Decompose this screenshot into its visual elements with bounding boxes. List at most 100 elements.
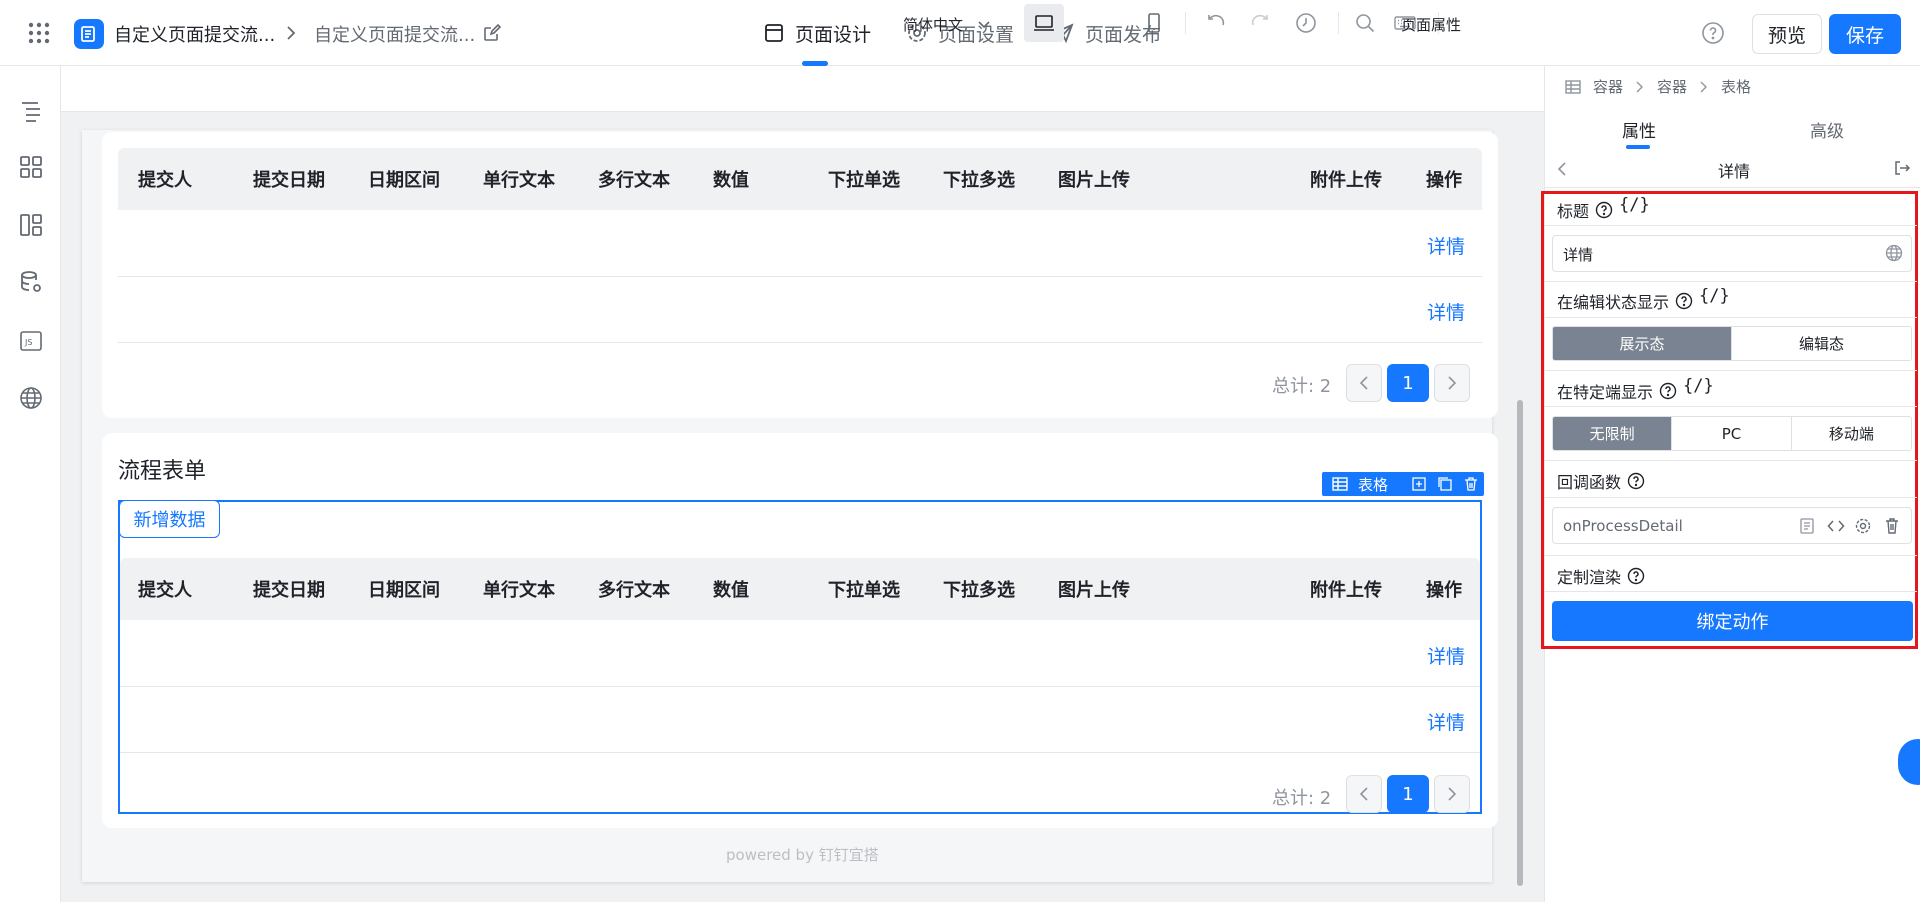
help-icon[interactable] (1627, 472, 1645, 490)
prop-divider (1545, 317, 1917, 318)
terminal-prop-text: 在特定端显示 (1557, 383, 1654, 402)
page-number-button[interactable]: 1 (1387, 775, 1429, 813)
save-button[interactable]: 保存 (1829, 14, 1901, 54)
expression-toggle[interactable]: {/} (1699, 286, 1730, 306)
js-code-icon[interactable]: JS (18, 328, 44, 354)
column-header: 数值 (713, 580, 749, 601)
gear-icon[interactable] (1854, 517, 1872, 535)
add-data-button[interactable]: 新增数据 (119, 500, 220, 538)
page-properties-link[interactable]: 页面属性 (1401, 14, 1461, 35)
copy-icon[interactable] (1437, 476, 1453, 492)
column-header: 操作 (1426, 170, 1462, 191)
desktop-view-icon[interactable] (1032, 11, 1056, 35)
column-header: 附件上传 (1310, 170, 1382, 191)
undo-icon[interactable] (1205, 11, 1229, 35)
breadcrumb-item[interactable]: 容器 (1657, 76, 1687, 97)
segment-no-limit[interactable]: 无限制 (1553, 417, 1673, 450)
chevron-left-icon (1359, 787, 1368, 801)
delete-icon[interactable] (1463, 476, 1479, 492)
outline-tree-icon[interactable] (18, 98, 44, 124)
tab-page-design[interactable]: 页面设计 (763, 17, 871, 49)
custom-render-prop-label: 定制渲染 (1557, 564, 1645, 588)
back-icon[interactable] (1557, 161, 1567, 177)
language-select-value: 简体中文 (903, 16, 964, 34)
callback-input-value: onProcessDetail (1563, 517, 1683, 535)
prev-page-button[interactable] (1346, 364, 1382, 402)
column-header: 单行文本 (483, 580, 555, 601)
next-page-button[interactable] (1434, 364, 1470, 402)
code-icon[interactable] (1827, 517, 1845, 535)
help-icon[interactable] (1659, 382, 1677, 400)
app-logo-icon[interactable] (74, 19, 104, 49)
title-input[interactable]: 详情 (1552, 235, 1912, 272)
prop-divider (1545, 281, 1917, 282)
row-detail-link[interactable]: 详情 (1427, 298, 1465, 325)
row-detail-link[interactable]: 详情 (1427, 642, 1465, 669)
prop-divider (1545, 591, 1917, 592)
prev-page-button[interactable] (1346, 775, 1382, 813)
row-divider (118, 342, 1482, 343)
callback-prop-text: 回调函数 (1557, 473, 1622, 492)
breadcrumb-item[interactable]: 表格 (1721, 76, 1751, 97)
column-header: 单行文本 (483, 170, 555, 191)
layout-template-icon[interactable] (18, 212, 44, 238)
title-prop-text: 标题 (1557, 202, 1590, 221)
document-icon[interactable] (1798, 517, 1816, 535)
exit-panel-icon[interactable] (1893, 159, 1911, 177)
data-source-icon[interactable] (18, 269, 44, 295)
chevron-down-icon (978, 20, 990, 28)
chevron-right-icon (1448, 787, 1457, 801)
mobile-view-icon[interactable] (1142, 11, 1166, 35)
row-detail-link[interactable]: 详情 (1427, 708, 1465, 735)
column-header: 下拉多选 (943, 580, 1015, 601)
pagination-total: 总计: 2 (1272, 376, 1332, 397)
globe-icon[interactable] (1885, 244, 1903, 262)
row-divider (120, 686, 1480, 687)
chevron-right-icon (1636, 81, 1644, 92)
segment-view-state[interactable]: 展示态 (1553, 327, 1732, 360)
component-breadcrumb: 容器 容器 表格 (1565, 76, 1751, 97)
components-grid-icon[interactable] (18, 154, 44, 180)
tab-advanced[interactable]: 高级 (1810, 117, 1844, 142)
add-sibling-icon[interactable] (1411, 476, 1427, 492)
column-header: 图片上传 (1058, 580, 1130, 601)
canvas-toolbar (61, 66, 1544, 112)
expression-toggle[interactable]: {/} (1619, 195, 1650, 215)
breadcrumb-app[interactable]: 自定义页面提交流... (114, 21, 275, 47)
segment-edit-state[interactable]: 编辑态 (1732, 327, 1911, 360)
row-divider (118, 276, 1482, 277)
component-tag[interactable]: 表格 (1322, 472, 1418, 496)
segment-pc[interactable]: PC (1672, 417, 1792, 450)
preview-button[interactable]: 预览 (1752, 14, 1822, 54)
history-clock-icon[interactable] (1294, 11, 1318, 35)
canvas-scrollbar[interactable] (1517, 400, 1523, 886)
edit-state-prop-label: 在编辑状态显示 {/} (1557, 286, 1730, 313)
search-icon[interactable] (1353, 11, 1377, 35)
bind-action-button[interactable]: 绑定动作 (1552, 601, 1913, 641)
component-tag-label: 表格 (1358, 475, 1389, 494)
delete-icon[interactable] (1883, 517, 1901, 535)
row-divider (120, 752, 1480, 753)
help-icon[interactable] (1675, 292, 1693, 310)
help-icon[interactable] (1627, 567, 1645, 585)
table-header-1: 提交人 提交日期 日期区间 单行文本 多行文本 数值 下拉单选 下拉多选 图片上… (118, 148, 1482, 210)
prop-divider (1545, 460, 1917, 461)
help-icon[interactable] (1701, 21, 1725, 45)
column-header: 附件上传 (1310, 580, 1382, 601)
edit-icon[interactable] (482, 23, 502, 43)
column-header: 图片上传 (1058, 170, 1130, 191)
tab-properties[interactable]: 属性 (1622, 117, 1656, 142)
row-detail-link[interactable]: 详情 (1427, 232, 1465, 259)
page-number-button[interactable]: 1 (1387, 364, 1429, 402)
redo-icon[interactable] (1247, 11, 1271, 35)
globe-icon[interactable] (18, 385, 44, 411)
expression-toggle[interactable]: {/} (1683, 376, 1714, 396)
help-icon[interactable] (1595, 201, 1613, 219)
next-page-button[interactable] (1434, 775, 1470, 813)
powered-by: powered by 钉钉宜搭 (726, 846, 879, 864)
language-select[interactable]: 简体中文 (903, 14, 991, 35)
apps-grid-icon[interactable] (27, 21, 51, 45)
breadcrumb-item[interactable]: 容器 (1593, 76, 1623, 97)
segment-mobile[interactable]: 移动端 (1791, 417, 1911, 450)
column-header: 提交日期 (253, 170, 325, 191)
